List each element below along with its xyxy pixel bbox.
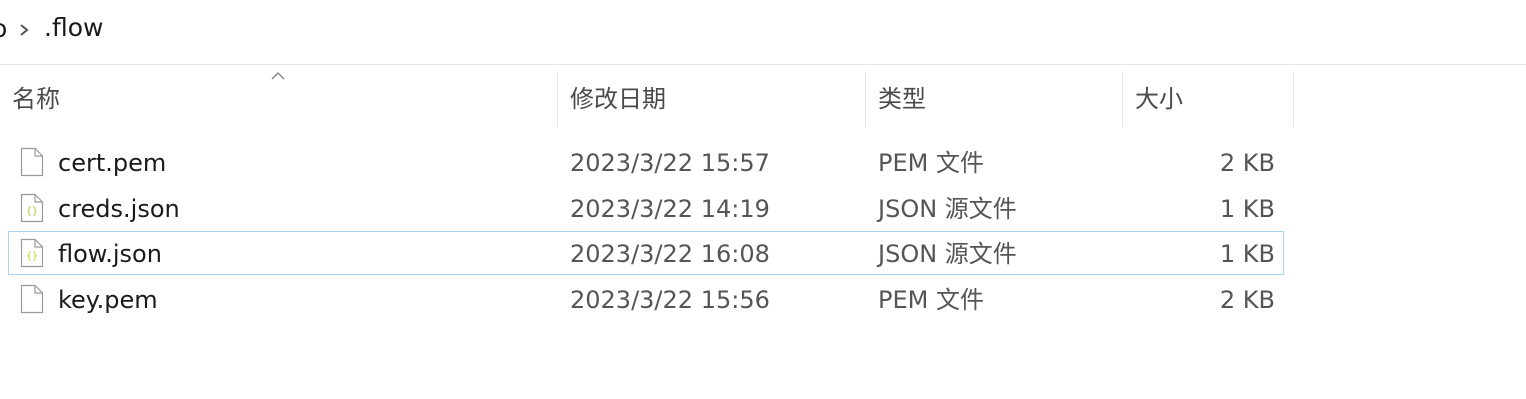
column-header: 名称 修改日期 类型 大小 [0, 71, 1294, 127]
column-size-label: 大小 [1135, 85, 1183, 113]
column-date-header[interactable]: 修改日期 [558, 71, 866, 127]
file-row-creds-json[interactable]: {} creds.json 2023/3/22 14:19 JSON 源文件 1… [8, 186, 1284, 230]
file-name: creds.json [58, 195, 180, 223]
document-icon [20, 284, 44, 314]
file-type: JSON 源文件 [878, 240, 1017, 268]
svg-text:{}: {} [26, 206, 38, 217]
file-name: key.pem [58, 286, 158, 314]
chevron-right-icon[interactable] [16, 21, 32, 39]
column-type-label: 类型 [878, 85, 926, 113]
file-modified: 2023/3/22 14:19 [570, 195, 770, 223]
file-row-cert-pem[interactable]: cert.pem 2023/3/22 15:57 PEM 文件 2 KB [8, 140, 1284, 184]
json-file-icon: {} [20, 238, 44, 268]
file-modified: 2023/3/22 16:08 [570, 240, 770, 268]
file-row-key-pem[interactable]: key.pem 2023/3/22 15:56 PEM 文件 2 KB [8, 277, 1284, 321]
sort-ascending-icon [271, 71, 285, 80]
column-size-header[interactable]: 大小 [1123, 71, 1294, 127]
file-size: 1 KB [1219, 195, 1275, 223]
file-size: 1 KB [1219, 240, 1275, 268]
file-type: JSON 源文件 [878, 195, 1017, 223]
column-type-header[interactable]: 类型 [866, 71, 1123, 127]
file-modified: 2023/3/22 15:56 [570, 286, 770, 314]
breadcrumb: o .flow [0, 0, 1526, 65]
file-type: PEM 文件 [878, 149, 984, 177]
column-name-header[interactable]: 名称 [0, 71, 558, 127]
json-file-icon: {} [20, 193, 44, 223]
column-date-label: 修改日期 [570, 85, 666, 113]
file-name: flow.json [58, 240, 162, 268]
svg-text:{}: {} [26, 251, 38, 262]
breadcrumb-current-folder[interactable]: .flow [44, 13, 103, 42]
file-row-flow-json[interactable]: {} flow.json 2023/3/22 16:08 JSON 源文件 1 … [8, 231, 1284, 275]
file-name: cert.pem [58, 149, 167, 177]
file-type: PEM 文件 [878, 286, 984, 314]
document-icon [20, 147, 44, 177]
file-modified: 2023/3/22 15:57 [570, 149, 770, 177]
column-name-label: 名称 [12, 85, 60, 113]
file-size: 2 KB [1219, 149, 1275, 177]
file-size: 2 KB [1219, 286, 1275, 314]
breadcrumb-previous-segment[interactable]: o [0, 14, 7, 43]
